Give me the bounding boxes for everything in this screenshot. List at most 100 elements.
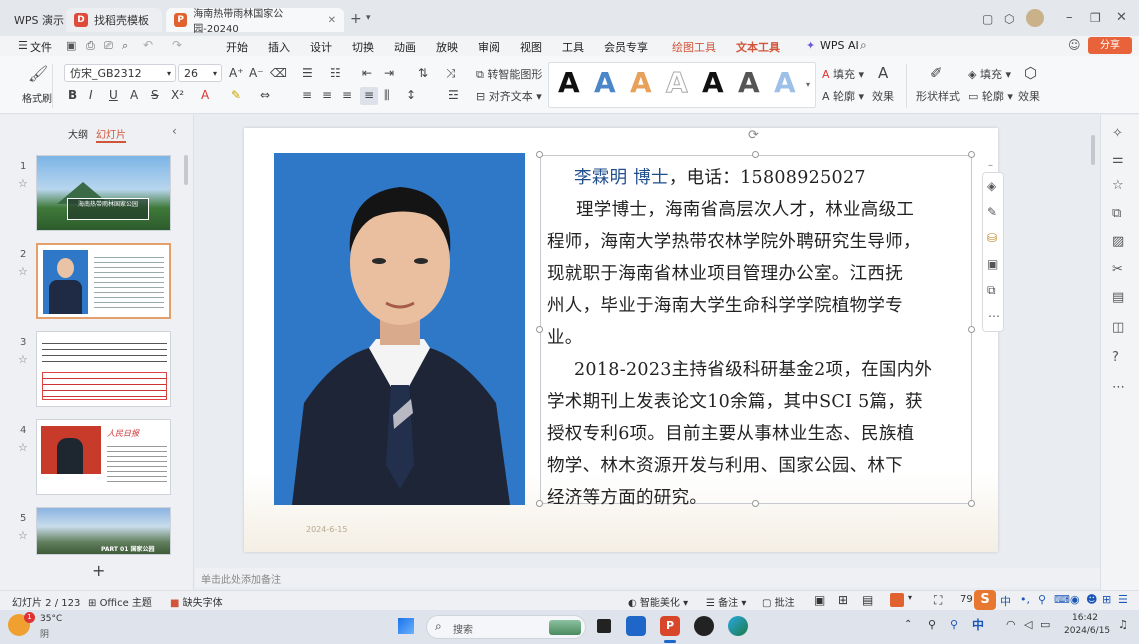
user-icon[interactable]: ☻ [1086, 593, 1097, 606]
bold-icon[interactable]: B [68, 88, 77, 102]
menu-transition[interactable]: 切换 [352, 39, 374, 55]
clock-time[interactable]: 16:42 [1072, 613, 1098, 623]
avatar[interactable] [1026, 9, 1044, 27]
theme-indicator[interactable]: ⊞ Office 主题 [88, 594, 152, 609]
text-outline-button[interactable]: A 轮廓 ▾ [822, 88, 864, 104]
menu-design[interactable]: 设计 [310, 39, 332, 55]
text-effects-icon[interactable]: A [878, 64, 888, 82]
text-effects-label[interactable]: 效果 [872, 88, 894, 104]
shape-style-icon[interactable]: ✐ [930, 64, 943, 82]
crop-icon[interactable]: ⧉ [987, 283, 996, 298]
shape-effects-label[interactable]: 效果 [1018, 88, 1040, 104]
slide-thumbnail-4[interactable]: 人民日报 [36, 419, 171, 495]
align-left-icon[interactable]: ≡ [302, 88, 312, 102]
numbered-list-icon[interactable]: ☷ [330, 66, 341, 80]
ime-s-icon[interactable]: S [974, 590, 996, 610]
more-icon[interactable]: ⋯ [988, 309, 1000, 323]
distribute-icon[interactable]: ⫼ [384, 88, 390, 103]
close-window-icon[interactable]: ✕ [1116, 10, 1127, 25]
wps-presentation-app-icon[interactable]: P [660, 616, 680, 636]
tab-outline[interactable]: 大纲 [68, 126, 88, 141]
preview-icon[interactable]: ⌕ [122, 39, 128, 53]
grid-icon[interactable]: ⊞ [1102, 593, 1111, 606]
line-spacing-icon[interactable]: ↕ [406, 88, 416, 102]
rotate-handle-icon[interactable]: ⟳ [748, 128, 759, 143]
menu-animation[interactable]: 动画 [394, 39, 416, 55]
text-style-black[interactable]: A [558, 66, 580, 99]
tab-wps-presentation[interactable]: WPS 演示 [6, 8, 72, 32]
columns-icon[interactable]: ☲ [448, 88, 459, 102]
menu-wps-ai[interactable]: WPS AI [820, 39, 859, 52]
save-icon[interactable]: ▣ [66, 39, 76, 52]
scrollbar[interactable] [1091, 135, 1095, 165]
gallery-more-icon[interactable]: ▾ [806, 80, 810, 89]
tab-template[interactable]: D 找稻壳模板 [66, 8, 162, 32]
battery-icon[interactable]: ▭ [1040, 618, 1050, 631]
menu-file[interactable]: 文件 [30, 39, 52, 55]
text-direction-icon[interactable]: ⇅ [418, 66, 428, 80]
menu-home[interactable]: 开始 [226, 39, 248, 55]
ime-chinese-icon[interactable]: 中 [1000, 593, 1011, 609]
text-fill-button[interactable]: A 填充 ▾ [822, 66, 864, 82]
italic-icon[interactable]: I [89, 88, 93, 102]
char-spacing-icon[interactable]: ⇔ [260, 88, 270, 102]
star-icon[interactable]: ☆ [18, 441, 28, 454]
star-icon[interactable]: ☆ [18, 265, 28, 278]
smart-shape-button[interactable]: ⧉ 转智能图形 [476, 66, 542, 82]
star-icon[interactable]: ☆ [18, 353, 28, 366]
star-icon[interactable]: ☆ [18, 177, 28, 190]
resize-handle[interactable] [536, 500, 543, 507]
export-icon[interactable]: ⎙ [86, 39, 95, 53]
copy-icon[interactable]: ⧉ [1112, 206, 1121, 221]
print-icon[interactable]: ⎚ [104, 39, 113, 53]
underline-icon[interactable]: U [109, 88, 118, 102]
fill-icon[interactable]: ⛁ [987, 231, 997, 245]
menu-tools[interactable]: 工具 [562, 39, 584, 55]
more-icon[interactable]: ⋯ [1112, 380, 1125, 395]
slide-thumbnail-5[interactable]: PART 01 国家公园 [36, 507, 171, 555]
volume-icon[interactable]: ◁ [1024, 618, 1032, 631]
font-name-select[interactable]: 仿宋_GB2312 ▾ [64, 64, 176, 82]
tab-slides[interactable]: 幻灯片 [96, 126, 126, 143]
windows-start-icon[interactable] [398, 618, 414, 634]
sorter-view-icon[interactable]: ⊞ [838, 593, 848, 607]
text-style-gray[interactable]: A [738, 66, 760, 99]
shape-outline-button[interactable]: ▭ 轮廓 ▾ [968, 88, 1013, 104]
task-view-icon[interactable] [597, 619, 611, 633]
hamburger-icon[interactable]: ☰ [18, 39, 28, 52]
book-icon[interactable]: ▤ [1112, 290, 1124, 305]
menu-icon[interactable]: ☰ [1118, 593, 1128, 606]
resize-handle[interactable] [536, 326, 543, 333]
star-icon[interactable]: ☆ [1112, 178, 1124, 193]
decrease-font-icon[interactable]: A⁻ [249, 66, 264, 80]
align-center-icon[interactable]: ≡ [322, 88, 332, 102]
shape-effects-icon[interactable]: ⬡ [1024, 64, 1037, 82]
menu-review[interactable]: 审阅 [478, 39, 500, 55]
play-button[interactable] [890, 593, 904, 607]
resize-handle[interactable] [968, 151, 975, 158]
resize-handle[interactable] [752, 500, 759, 507]
increase-font-icon[interactable]: A⁺ [229, 66, 244, 80]
smart-beautify-button[interactable]: ◐ 智能美化 ▾ [628, 594, 688, 609]
menu-view[interactable]: 视图 [520, 39, 542, 55]
skin-icon[interactable]: ◉ [1070, 593, 1080, 606]
shadow-icon[interactable]: A [130, 88, 138, 102]
cube-icon[interactable]: ⬡ [1004, 12, 1014, 26]
shape-style-label[interactable]: 形状样式 [916, 88, 960, 104]
bullet-list-icon[interactable]: ☰ [302, 66, 313, 80]
sliders-icon[interactable]: ⚌ [1112, 152, 1124, 167]
resize-handle[interactable] [536, 151, 543, 158]
emoji-icon[interactable]: ☺ [1068, 38, 1081, 52]
collapse-icon[interactable]: – [988, 160, 993, 171]
microphone-icon[interactable]: ⚲ [928, 618, 936, 631]
ime-punct-icon[interactable]: •, [1020, 593, 1030, 606]
ime-chinese-icon[interactable]: 中 [972, 616, 984, 633]
resize-handle[interactable] [968, 500, 975, 507]
align-right-icon[interactable]: ≡ [342, 88, 352, 102]
notes-pane[interactable]: 单击此处添加备注 [195, 568, 1100, 588]
menu-slideshow[interactable]: 放映 [436, 39, 458, 55]
fit-icon[interactable]: ⛶ [934, 593, 942, 608]
tab-document[interactable]: P 海南热带雨林国家公园-20240 ✕ [166, 8, 344, 35]
text-style-orange[interactable]: A [630, 66, 652, 99]
window-icon[interactable]: ▢ [982, 12, 993, 26]
